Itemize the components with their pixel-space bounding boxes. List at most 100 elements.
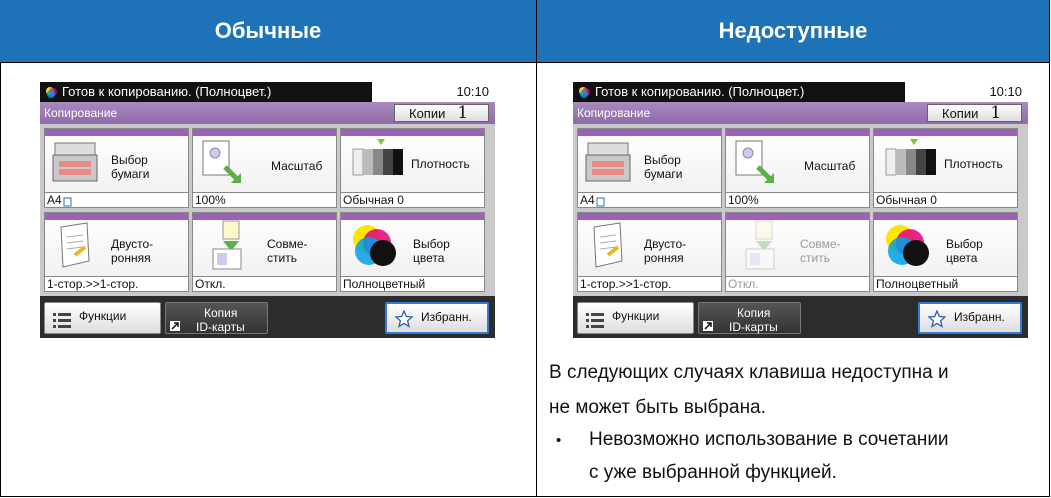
bottom-bar: Функции Копия ID-карты Избранн. xyxy=(573,296,1028,338)
note-item-line1: Невозможно использование в сочетании xyxy=(589,429,949,450)
color-selection-icon xyxy=(353,225,396,266)
paper-orientation-icon xyxy=(596,197,605,207)
combine-value: Откл. xyxy=(193,276,336,291)
combine-icon xyxy=(745,220,775,270)
combine-button: Совме-стить Откл. xyxy=(725,212,870,292)
color-selection-label: Выбор цвета xyxy=(946,237,983,265)
function-grid: Выбор бумаги A4 Масштаб 100% Плотность Об… xyxy=(40,124,495,296)
shortcut-arrow-icon xyxy=(170,321,180,331)
copies-count: 1 xyxy=(457,103,469,123)
color-selection-value: Полноцветный xyxy=(874,276,1017,291)
mode-bar: Копирование Копии 1 xyxy=(40,102,495,124)
color-selection-label: Выбор цвета xyxy=(413,237,450,265)
density-label: Плотность xyxy=(411,157,470,171)
copies-label: Копии xyxy=(409,105,446,121)
combine-label: Совме-стить xyxy=(267,237,308,265)
density-value: Обычная 0 xyxy=(874,192,1017,207)
paper-selection-button[interactable]: Выбор бумаги A4 xyxy=(44,128,189,208)
duplex-value: 1-стор.>>1-стор. xyxy=(578,276,721,291)
zoom-button[interactable]: Масштаб 100% xyxy=(192,128,337,208)
paper-selection-label: Выбор бумаги xyxy=(111,153,150,181)
functions-button[interactable]: Функции xyxy=(44,302,161,334)
note-text-line2: не может быть выбрана. xyxy=(549,397,766,418)
combine-button[interactable]: Совме-стить Откл. xyxy=(192,212,337,292)
mode-title: Копирование xyxy=(44,106,118,120)
star-icon xyxy=(928,310,946,328)
zoom-label: Масштаб xyxy=(271,159,323,173)
density-icon xyxy=(885,139,936,176)
combine-label: Совме-стить xyxy=(800,237,841,265)
color-selection-value: Полноцветный xyxy=(341,276,484,291)
copies-button[interactable]: Копии 1 xyxy=(927,103,1022,123)
duplex-label: Двусто-ронняя xyxy=(111,237,154,265)
zoom-label: Масштаб xyxy=(804,159,856,173)
shortcut-arrow-icon xyxy=(703,321,713,331)
combine-value: Откл. xyxy=(726,276,869,291)
status-bar: Готов к копированию. (Полноцвет.) 10:10 xyxy=(40,82,495,102)
color-selection-button[interactable]: Выбор цвета Полноцветный xyxy=(340,212,485,292)
copy-screen-panel: Готов к копированию. (Полноцвет.) 10:10 … xyxy=(573,82,1028,338)
clock: 10:10 xyxy=(456,84,489,99)
header-divider xyxy=(0,62,1050,63)
duplex-icon xyxy=(593,222,623,268)
copies-button[interactable]: Копии 1 xyxy=(394,103,489,123)
header-normal: Обычные xyxy=(0,0,536,62)
duplex-button[interactable]: Двусто-ронняя 1-стор.>>1-стор. xyxy=(577,212,722,292)
density-icon xyxy=(352,139,403,176)
zoom-icon xyxy=(735,140,774,183)
paper-selection-button[interactable]: Выбор бумаги A4 xyxy=(577,128,722,208)
zoom-value: 100% xyxy=(193,192,336,207)
density-button[interactable]: Плотность Обычная 0 xyxy=(873,128,1018,208)
id-card-copy-label-2: ID-карты xyxy=(196,320,245,334)
star-icon xyxy=(395,310,413,328)
clock: 10:10 xyxy=(989,84,1022,99)
status-bar: Готов к копированию. (Полноцвет.) 10:10 xyxy=(573,82,1028,102)
status-text: Готов к копированию. (Полноцвет.) xyxy=(62,84,272,99)
id-card-copy-label-2: ID-карты xyxy=(729,320,778,334)
color-selection-icon xyxy=(886,225,929,266)
id-card-copy-label-1: Копия xyxy=(737,306,771,320)
note-item-line2: с уже выбранной функцией. xyxy=(589,462,837,483)
density-button[interactable]: Плотность Обычная 0 xyxy=(340,128,485,208)
paper-selection-label: Выбор бумаги xyxy=(644,153,683,181)
copies-count: 1 xyxy=(990,103,1002,123)
mode-bar: Копирование Копии 1 xyxy=(573,102,1028,124)
functions-label: Функции xyxy=(612,309,660,323)
note-text-line1: В следующих случаях клавиша недоступна и xyxy=(549,362,949,383)
column-divider xyxy=(536,0,537,497)
duplex-icon xyxy=(60,222,90,268)
duplex-label: Двусто-ронняя xyxy=(644,237,687,265)
header-unavailable: Недоступные xyxy=(537,0,1049,62)
bottom-bar: Функции Копия ID-карты Избранн. xyxy=(40,296,495,338)
copy-screen-panel: Готов к копированию. (Полноцвет.) 10:10 … xyxy=(40,82,495,338)
duplex-value: 1-стор.>>1-стор. xyxy=(45,276,188,291)
list-icon xyxy=(53,313,71,328)
status-text: Готов к копированию. (Полноцвет.) xyxy=(595,84,805,99)
list-icon xyxy=(586,313,604,328)
density-value: Обычная 0 xyxy=(341,192,484,207)
paper-tray-icon xyxy=(52,142,98,182)
functions-label: Функции xyxy=(79,309,127,323)
duplex-button[interactable]: Двусто-ронняя 1-стор.>>1-стор. xyxy=(44,212,189,292)
density-label: Плотность xyxy=(944,157,1003,171)
function-grid: Выбор бумаги A4 Масштаб 100% Плотность Об… xyxy=(573,124,1028,296)
id-card-copy-label-1: Копия xyxy=(204,306,238,320)
id-card-copy-button[interactable]: Копия ID-карты xyxy=(165,302,268,334)
paper-orientation-icon xyxy=(63,197,72,207)
color-selection-button[interactable]: Выбор цвета Полноцветный xyxy=(873,212,1018,292)
color-status-icon xyxy=(579,87,590,98)
id-card-copy-button[interactable]: Копия ID-карты xyxy=(698,302,801,334)
favorites-button[interactable]: Избранн. xyxy=(918,302,1022,334)
zoom-button[interactable]: Масштаб 100% xyxy=(725,128,870,208)
functions-button[interactable]: Функции xyxy=(577,302,694,334)
zoom-value: 100% xyxy=(726,192,869,207)
zoom-icon xyxy=(202,140,241,183)
combine-icon xyxy=(212,220,242,270)
favorites-label: Избранн. xyxy=(954,310,1005,324)
favorites-label: Избранн. xyxy=(421,310,472,324)
mode-title: Копирование xyxy=(577,106,651,120)
favorites-button[interactable]: Избранн. xyxy=(385,302,489,334)
paper-tray-icon xyxy=(585,142,631,182)
copies-label: Копии xyxy=(942,105,979,121)
note-bullet: • xyxy=(556,432,562,449)
